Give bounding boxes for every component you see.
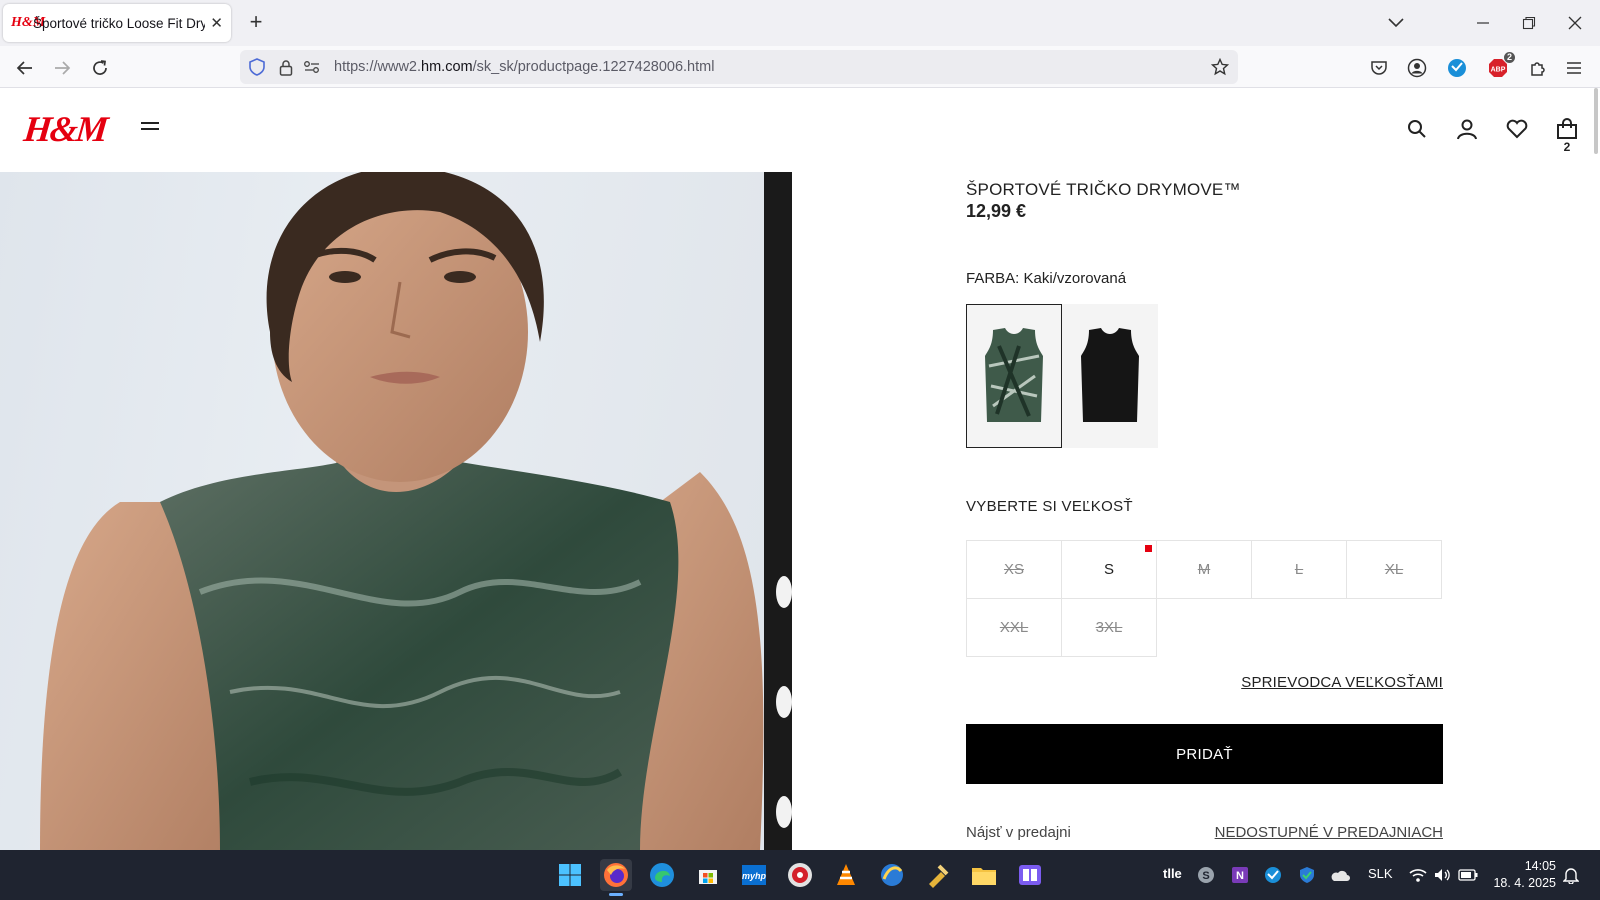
skype-tray-icon[interactable]: S <box>1196 865 1216 885</box>
size-label-text: XS <box>1003 561 1024 578</box>
size-option-xs[interactable]: XS <box>966 540 1062 599</box>
microsoft-store-taskbar-icon[interactable] <box>692 859 724 891</box>
tools-taskbar-icon[interactable] <box>922 859 954 891</box>
low-stock-indicator <box>1145 545 1152 552</box>
tab-strip: H&M Športové tričko Loose Fit DryMove™ ✕… <box>0 0 1600 46</box>
size-option-3xl[interactable]: 3XL <box>1061 598 1157 657</box>
black-tank-top-thumbnail <box>1081 328 1139 422</box>
clock-time: 14:05 <box>1524 859 1556 873</box>
minimize-button[interactable] <box>1465 8 1501 38</box>
close-window-button[interactable] <box>1557 8 1593 38</box>
reader-app-taskbar-icon[interactable] <box>1014 859 1046 891</box>
size-option-xxl[interactable]: XXL <box>966 598 1062 657</box>
wifi-icon[interactable] <box>1408 865 1428 885</box>
size-label-text: XL <box>1384 561 1404 578</box>
extension-badge: 2 <box>1503 52 1515 63</box>
system-clock[interactable]: 14:05 18. 4. 2025 <box>1493 858 1556 892</box>
clock-date: 18. 4. 2025 <box>1493 876 1556 890</box>
address-bar[interactable]: https://www2.hm.com/sk_sk/productpage.12… <box>240 50 1238 84</box>
input-language-indicator[interactable]: SLK <box>1368 866 1393 881</box>
url-text[interactable]: https://www2.hm.com/sk_sk/productpage.12… <box>334 59 714 75</box>
page-scrollbar[interactable] <box>1592 88 1600 850</box>
account-icon[interactable] <box>1454 116 1480 142</box>
windows-taskbar: myhp tlle S N SLK 14:05 18. 4. 2025 <box>0 850 1600 900</box>
size-guide-link[interactable]: SPRIEVODCA VEĽKOSŤAMI <box>1241 674 1443 691</box>
vlc-taskbar-icon[interactable] <box>830 859 862 891</box>
restore-button[interactable] <box>1511 8 1547 38</box>
favorites-heart-icon[interactable] <box>1504 116 1530 142</box>
size-option-xl[interactable]: XL <box>1346 540 1442 599</box>
security-shield-tray-icon[interactable] <box>1297 865 1317 885</box>
color-swatch-black[interactable] <box>1062 304 1158 448</box>
product-image[interactable] <box>0 172 792 850</box>
notifications-bell-icon[interactable] <box>1561 865 1581 885</box>
active-tab[interactable]: H&M Športové tričko Loose Fit DryMove™ ✕ <box>3 4 231 42</box>
reload-button[interactable] <box>87 55 113 81</box>
svg-text:N: N <box>1236 870 1244 882</box>
scrollbar-thumb[interactable] <box>1594 88 1598 154</box>
url-domain: hm.com <box>421 59 473 75</box>
volume-icon[interactable] <box>1432 865 1452 885</box>
hm-favicon-icon: H&M <box>11 15 46 30</box>
size-label-text: L <box>1294 561 1304 578</box>
new-tab-button[interactable]: + <box>244 11 268 35</box>
bitwarden-tray-icon[interactable] <box>1263 865 1283 885</box>
size-label-text: 3XL <box>1095 619 1123 636</box>
app-menu-icon[interactable] <box>1561 55 1587 81</box>
color-label: FARBA: Kaki/vzorovaná <box>966 270 1127 287</box>
media-app-taskbar-icon[interactable] <box>784 859 816 891</box>
pocket-icon[interactable] <box>1366 55 1392 81</box>
onenote-tray-icon[interactable]: N <box>1230 865 1250 885</box>
hamburger-menu-icon[interactable] <box>141 122 159 136</box>
account-icon[interactable] <box>1404 55 1430 81</box>
size-label: VYBERTE SI VEĽKOSŤ <box>966 498 1133 515</box>
size-label-text: XXL <box>999 619 1029 636</box>
find-in-store-label: Nájsť v predajni <box>966 824 1071 841</box>
list-tabs-chevron-icon[interactable] <box>1384 12 1408 34</box>
forward-button[interactable] <box>49 55 75 81</box>
file-explorer-taskbar-icon[interactable] <box>968 859 1000 891</box>
tracking-protection-shield-icon[interactable] <box>248 58 266 76</box>
back-button[interactable] <box>12 55 38 81</box>
svg-text:ABP: ABP <box>1491 67 1506 74</box>
navigation-toolbar: https://www2.hm.com/sk_sk/productpage.12… <box>0 46 1600 88</box>
extensions-puzzle-icon[interactable] <box>1525 55 1551 81</box>
url-prefix: https://www2. <box>334 59 422 75</box>
permissions-icon[interactable] <box>303 58 321 76</box>
hm-logo[interactable]: H&M <box>22 108 108 150</box>
lock-icon[interactable] <box>277 58 295 76</box>
myhp-taskbar-icon[interactable]: myhp <box>738 859 770 891</box>
app-taskbar-icon[interactable] <box>876 859 908 891</box>
tab-title: Športové tričko Loose Fit DryMove™ <box>33 15 205 31</box>
edge-taskbar-icon[interactable] <box>646 859 678 891</box>
adblock-extension-icon[interactable]: ABP 2 <box>1485 52 1515 81</box>
size-option-m[interactable]: M <box>1156 540 1252 599</box>
store-availability-link[interactable]: NEDOSTUPNÉ V PREDAJNIACH <box>1215 824 1443 841</box>
tray-text[interactable]: tlle <box>1163 866 1182 881</box>
khaki-tank-top-thumbnail <box>985 328 1043 422</box>
cart-count-badge: 2 <box>1563 140 1571 154</box>
color-swatch-khaki-patterned[interactable] <box>966 304 1062 448</box>
onedrive-cloud-tray-icon[interactable] <box>1330 865 1350 885</box>
svg-text:myhp: myhp <box>742 871 767 881</box>
product-price: 12,99 € <box>966 201 1027 221</box>
shopping-bag-icon[interactable]: 2 <box>1554 116 1580 154</box>
add-to-cart-button[interactable]: PRIDAŤ <box>966 724 1443 784</box>
size-option-l[interactable]: L <box>1251 540 1347 599</box>
site-header: H&M 2 <box>0 88 1600 172</box>
tab-close-icon[interactable]: ✕ <box>210 14 223 32</box>
product-title: ŠPORTOVÉ TRIČKO DRYMOVE™ <box>966 180 1241 199</box>
size-label-text: M <box>1197 561 1211 578</box>
windows-start-icon[interactable] <box>554 859 586 891</box>
svg-text:S: S <box>1202 870 1209 882</box>
size-label-text: S <box>1103 561 1114 578</box>
url-path: /sk_sk/productpage.1227428006.html <box>472 59 715 75</box>
bitwarden-extension-icon[interactable] <box>1444 55 1470 81</box>
battery-icon[interactable] <box>1458 865 1478 885</box>
search-icon[interactable] <box>1404 116 1430 142</box>
firefox-taskbar-icon[interactable] <box>600 859 632 896</box>
model-photo <box>40 172 792 850</box>
size-option-s[interactable]: S <box>1061 540 1157 599</box>
bookmark-star-icon[interactable] <box>1211 58 1229 76</box>
